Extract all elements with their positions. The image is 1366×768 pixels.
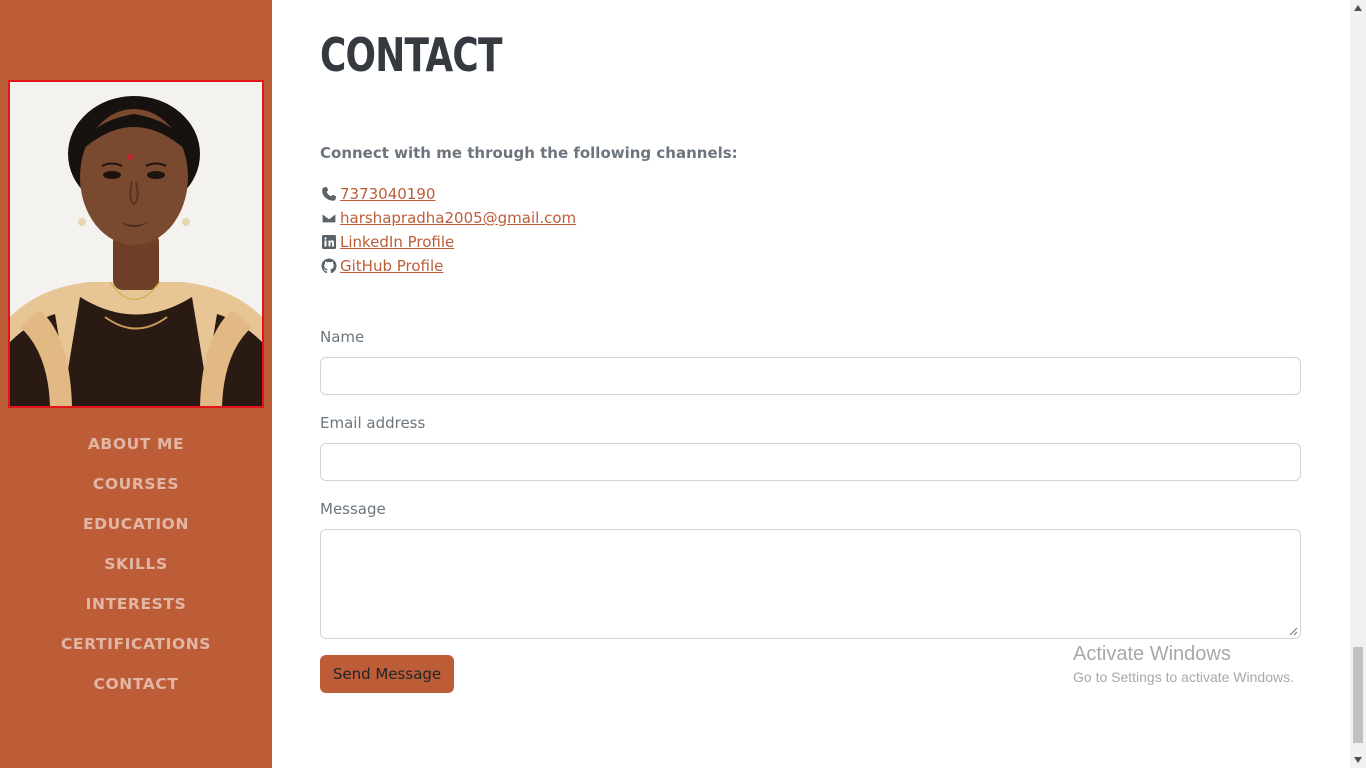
contact-intro: Connect with me through the following ch… xyxy=(320,144,738,162)
sidebar-nav: ABOUT ME COURSES EDUCATION SKILLS INTERE… xyxy=(0,424,272,704)
channel-email: harshapradha2005@gmail.com xyxy=(320,206,576,230)
email-label: Email address xyxy=(320,414,426,432)
phone-link[interactable]: 7373040190 xyxy=(340,185,435,203)
nav-item-skills: SKILLS xyxy=(0,544,272,584)
send-message-button[interactable]: Send Message xyxy=(320,655,454,693)
nav-link-contact[interactable]: CONTACT xyxy=(93,675,178,693)
nav-link-about-me[interactable]: ABOUT ME xyxy=(88,435,184,453)
phone-icon xyxy=(320,186,337,203)
windows-activation-watermark: Activate Windows Go to Settings to activ… xyxy=(1073,643,1294,686)
github-icon xyxy=(320,258,337,275)
nav-link-skills[interactable]: SKILLS xyxy=(104,555,167,573)
vertical-scrollbar[interactable] xyxy=(1350,0,1366,768)
message-label: Message xyxy=(320,500,386,518)
nav-link-certifications[interactable]: CERTIFICATIONS xyxy=(61,635,211,653)
section-title: CONTACT xyxy=(320,28,502,82)
github-link[interactable]: GitHub Profile xyxy=(340,257,443,275)
envelope-icon xyxy=(320,210,337,227)
email-link[interactable]: harshapradha2005@gmail.com xyxy=(340,209,576,227)
scroll-thumb[interactable] xyxy=(1353,647,1363,743)
nav-link-education[interactable]: EDUCATION xyxy=(83,515,189,533)
watermark-subtitle: Go to Settings to activate Windows. xyxy=(1073,669,1294,685)
scroll-down-arrow-icon[interactable] xyxy=(1350,752,1366,768)
sidebar: ABOUT ME COURSES EDUCATION SKILLS INTERE… xyxy=(0,0,272,768)
resize-handle-icon[interactable] xyxy=(1288,626,1298,636)
watermark-title: Activate Windows xyxy=(1073,643,1231,665)
nav-link-interests[interactable]: INTERESTS xyxy=(86,595,187,613)
message-textarea[interactable] xyxy=(320,529,1301,639)
nav-item-education: EDUCATION xyxy=(0,504,272,544)
email-input[interactable] xyxy=(320,443,1301,481)
nav-item-courses: COURSES xyxy=(0,464,272,504)
channel-github: GitHub Profile xyxy=(320,254,576,278)
name-label: Name xyxy=(320,328,365,346)
channel-phone: 7373040190 xyxy=(320,182,576,206)
nav-item-certifications: CERTIFICATIONS xyxy=(0,624,272,664)
channel-linkedin: LinkedIn Profile xyxy=(320,230,576,254)
nav-link-courses[interactable]: COURSES xyxy=(93,475,179,493)
nav-item-contact: CONTACT xyxy=(0,664,272,704)
nav-item-interests: INTERESTS xyxy=(0,584,272,624)
nav-item-about: ABOUT ME xyxy=(0,424,272,464)
linkedin-link[interactable]: LinkedIn Profile xyxy=(340,233,454,251)
contact-channels: 7373040190 harshapradha2005@gmail.com Li… xyxy=(320,182,576,278)
profile-photo xyxy=(8,80,264,408)
scroll-up-arrow-icon[interactable] xyxy=(1350,0,1366,16)
portrait-image xyxy=(10,82,262,406)
linkedin-icon xyxy=(320,234,337,251)
name-input[interactable] xyxy=(320,357,1301,395)
